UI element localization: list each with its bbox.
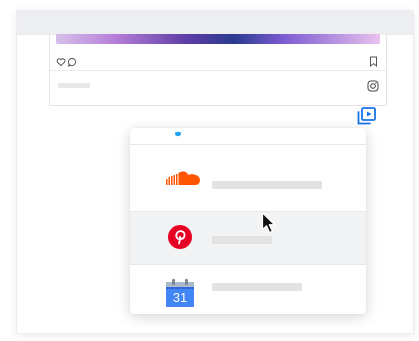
post-image[interactable] [56,34,380,44]
menu-item-soundcloud[interactable] [130,145,366,211]
menu-item-google-calendar[interactable]: 31 [130,265,366,314]
soundcloud-label-placeholder [212,181,322,189]
instagram-icon[interactable] [367,80,379,92]
soundcloud-icon [166,171,200,185]
pinterest-icon [168,225,192,249]
google-calendar-icon: 31 [166,279,194,307]
comment-icon[interactable] [67,57,77,67]
calendar-label-placeholder [212,283,302,291]
pinterest-label-placeholder [212,236,272,244]
menu-item-pinterest[interactable] [130,212,366,264]
bookmark-icon[interactable] [369,56,378,67]
share-play-icon[interactable] [354,106,378,128]
post-footer-row [56,77,380,95]
caption-placeholder [58,83,90,88]
share-menu: 31 [130,128,366,314]
instagram-post-card[interactable] [49,34,387,106]
top-bar [17,11,413,35]
mouse-cursor-icon [261,212,276,234]
calendar-date: 31 [172,290,188,305]
post-divider [50,70,386,71]
twitter-icon [174,131,182,137]
post-actions-row [56,55,380,69]
menu-item-twitter[interactable] [130,128,366,144]
heart-icon[interactable] [56,57,66,67]
